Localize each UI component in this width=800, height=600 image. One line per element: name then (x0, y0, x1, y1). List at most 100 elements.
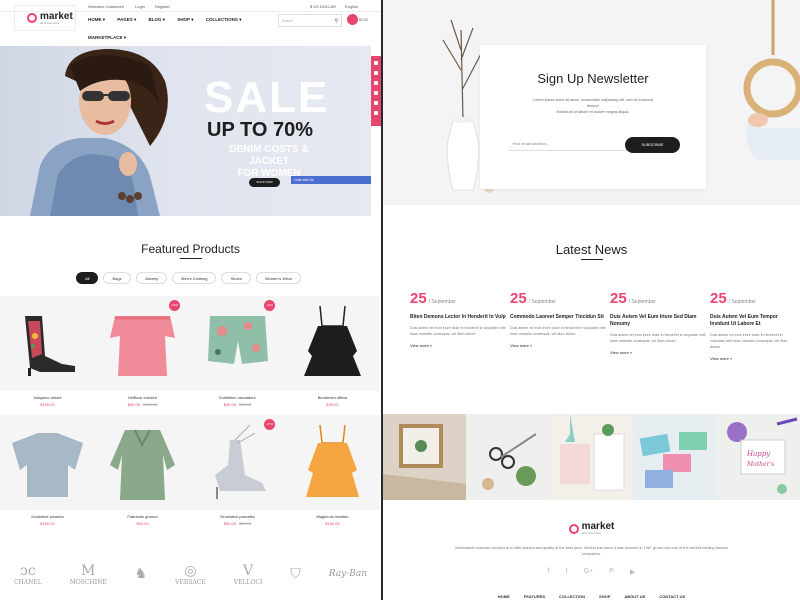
footer-nav-home[interactable]: HOME (498, 594, 510, 599)
view-more-link[interactable]: View more » (610, 350, 710, 355)
product-card[interactable]: -11% Exhibition cacciatore $40.00 $45.00 (190, 296, 285, 415)
pinterest-icon[interactable]: P (609, 568, 614, 576)
welcome-text: Welcome Customer! (88, 4, 125, 9)
user-icon[interactable] (374, 81, 378, 85)
filter-shoes[interactable]: Shoes (221, 272, 251, 284)
gallery-image[interactable] (549, 414, 634, 500)
filter-jewelry[interactable]: Jewelry (135, 272, 168, 284)
product-name[interactable]: Hoffluck chicken (95, 395, 190, 400)
brand-versace[interactable]: ◎ VERSACE (175, 563, 206, 586)
filter-bags[interactable]: Bags (103, 272, 131, 284)
product-card[interactable]: Incididunt picanha $100.00 (0, 415, 95, 534)
nav-pages[interactable]: PAGES ▾ (117, 17, 136, 22)
search-side-icon[interactable] (374, 91, 378, 95)
product-name[interactable]: Jalapeno dolore (0, 395, 95, 400)
nav-home[interactable]: HOME ▾ (88, 17, 105, 22)
arrow-up-icon[interactable] (374, 111, 378, 115)
product-image[interactable] (285, 296, 380, 391)
filter-mens-clothing[interactable]: Men's Clothing (172, 272, 217, 284)
product-image[interactable] (0, 296, 95, 391)
product-card[interactable]: -10% Hoffluck chicken $90.00 $100.00 (95, 296, 190, 415)
product-card[interactable]: Jalapeno dolore $100.00 (0, 296, 95, 415)
product-name[interactable]: Exhibition cacciatore (190, 395, 285, 400)
product-image[interactable]: -11% (190, 296, 285, 391)
brand-logos: ↄc CHANEL M MOSCHINE ♞ ◎ VERSACE V VELLOCI ⛉… (0, 548, 381, 600)
login-link[interactable]: Login (135, 4, 145, 9)
product-card[interactable]: -17% Drumstick pancetta $50.00 $60.00 (190, 415, 285, 534)
register-link[interactable]: Register (155, 4, 170, 9)
product-name[interactable]: Incididunt picanha (0, 514, 95, 519)
product-price: $100.00 (40, 521, 55, 526)
brand-chanel[interactable]: ↄc CHANEL (14, 563, 42, 586)
product-image[interactable] (95, 415, 190, 510)
gallery-image[interactable] (466, 414, 550, 500)
footer-nav-features[interactable]: FEATURES (524, 594, 545, 599)
search-icon[interactable]: ⚲ (334, 18, 338, 24)
google-plus-icon[interactable]: G+ (584, 568, 594, 576)
product-card[interactable]: Magicrulo incididu $100.00 (285, 415, 380, 534)
footer-nav: HOME FEATURES COLLECTION SHOP ABOUT US C… (383, 594, 800, 599)
gallery-image[interactable] (383, 414, 467, 500)
brand-rayban[interactable]: Ray-Ban (329, 569, 367, 579)
product-image[interactable] (285, 415, 380, 510)
product-name[interactable]: Magicrulo incididu (285, 514, 380, 519)
news-headline[interactable]: Duis Autem Vel Eum Iriure Sed Diam Nonum… (610, 314, 710, 328)
footer-nav-about[interactable]: ABOUT US (624, 594, 645, 599)
footer-nav-shop[interactable]: SHOP (599, 594, 610, 599)
product-price: $100.00 (40, 402, 55, 407)
news-headline[interactable]: Commodo Laoreet Semper Tincidun Sit (510, 314, 610, 321)
news-day: 25 (610, 290, 627, 307)
product-name[interactable]: Fabricato ground (95, 514, 190, 519)
nav-collections[interactable]: COLLECTIONS ▾ (206, 17, 242, 22)
floating-sidebar (371, 56, 381, 126)
view-more-link[interactable]: View more » (510, 343, 610, 348)
product-image[interactable] (0, 415, 95, 510)
newsletter-box: Sign Up Newsletter Lorem ipsum dolor sit… (480, 45, 706, 189)
facebook-icon[interactable]: f (548, 568, 550, 576)
brand-harley[interactable]: ⛉ (290, 566, 301, 582)
product-card[interactable]: Fabricato ground $92.00 (95, 415, 190, 534)
gallery-image[interactable]: Happy Mother's (716, 414, 800, 500)
brand-figure[interactable]: ♞ (135, 566, 148, 582)
brand-velloci[interactable]: V VELLOCI (234, 563, 263, 586)
mail-icon[interactable] (374, 61, 378, 65)
search-input[interactable]: Search ⚲ (278, 14, 342, 27)
footer-logo[interactable]: market all in one store (383, 522, 800, 535)
ring-decoration (743, 0, 800, 160)
site-logo[interactable]: market all in one store (14, 5, 76, 31)
product-name[interactable]: Drumstick pancetta (190, 514, 285, 519)
product-name[interactable]: Bendenim officia (285, 395, 380, 400)
gallery-image[interactable] (633, 414, 717, 500)
newsletter-description: Lorem ipsum dolor sit amet, consectetur … (532, 98, 654, 114)
settings-icon[interactable] (374, 101, 378, 105)
youtube-icon[interactable]: ▶ (630, 568, 635, 576)
filter-womens-wear[interactable]: Women's Wear (255, 272, 301, 284)
twitter-icon[interactable]: t (566, 568, 568, 576)
product-card[interactable]: Bendenim officia $39.00 (285, 296, 380, 415)
social-links: f t G+ P ▶ (383, 568, 800, 576)
cart-icon[interactable] (347, 14, 358, 25)
news-headline[interactable]: Duis Autem Vel Eum Tempor Invidunt Ut La… (710, 314, 796, 328)
nav-blog[interactable]: BLOG ▾ (148, 17, 165, 22)
cart-side-icon[interactable] (374, 71, 378, 75)
footer-nav-collection[interactable]: COLLECTION (559, 594, 585, 599)
svg-text:Mother's: Mother's (746, 461, 774, 468)
filter-all[interactable]: All (76, 272, 99, 284)
news-headline[interactable]: Biten Demons Lector In Henderit In Vulp (410, 314, 510, 321)
nav-marketplace[interactable]: MARKETPLACE ▾ (88, 35, 126, 41)
chat-button[interactable]: Chat with Us (291, 176, 371, 184)
brand-moschine[interactable]: M MOSCHINE (70, 563, 107, 586)
footer-nav-contact[interactable]: CONTACT US (659, 594, 685, 599)
subscribe-button[interactable]: SUBSCRIBE (625, 137, 680, 153)
product-price: $92.00 (136, 521, 149, 526)
news-post: 25/ September Commodo Laoreet Semper Tin… (510, 290, 610, 348)
currency-select[interactable]: $ US DOLLAR (310, 4, 336, 9)
nav-shop[interactable]: SHOP ▾ (177, 17, 193, 22)
view-more-link[interactable]: View more » (410, 343, 510, 348)
product-image[interactable]: -10% (95, 296, 190, 391)
news-title: Latest News (555, 242, 628, 257)
language-select[interactable]: English (345, 4, 358, 9)
product-image[interactable]: -17% (190, 415, 285, 510)
view-more-link[interactable]: View more » (710, 356, 796, 361)
shop-now-button[interactable]: SHOP NOW (249, 178, 280, 187)
